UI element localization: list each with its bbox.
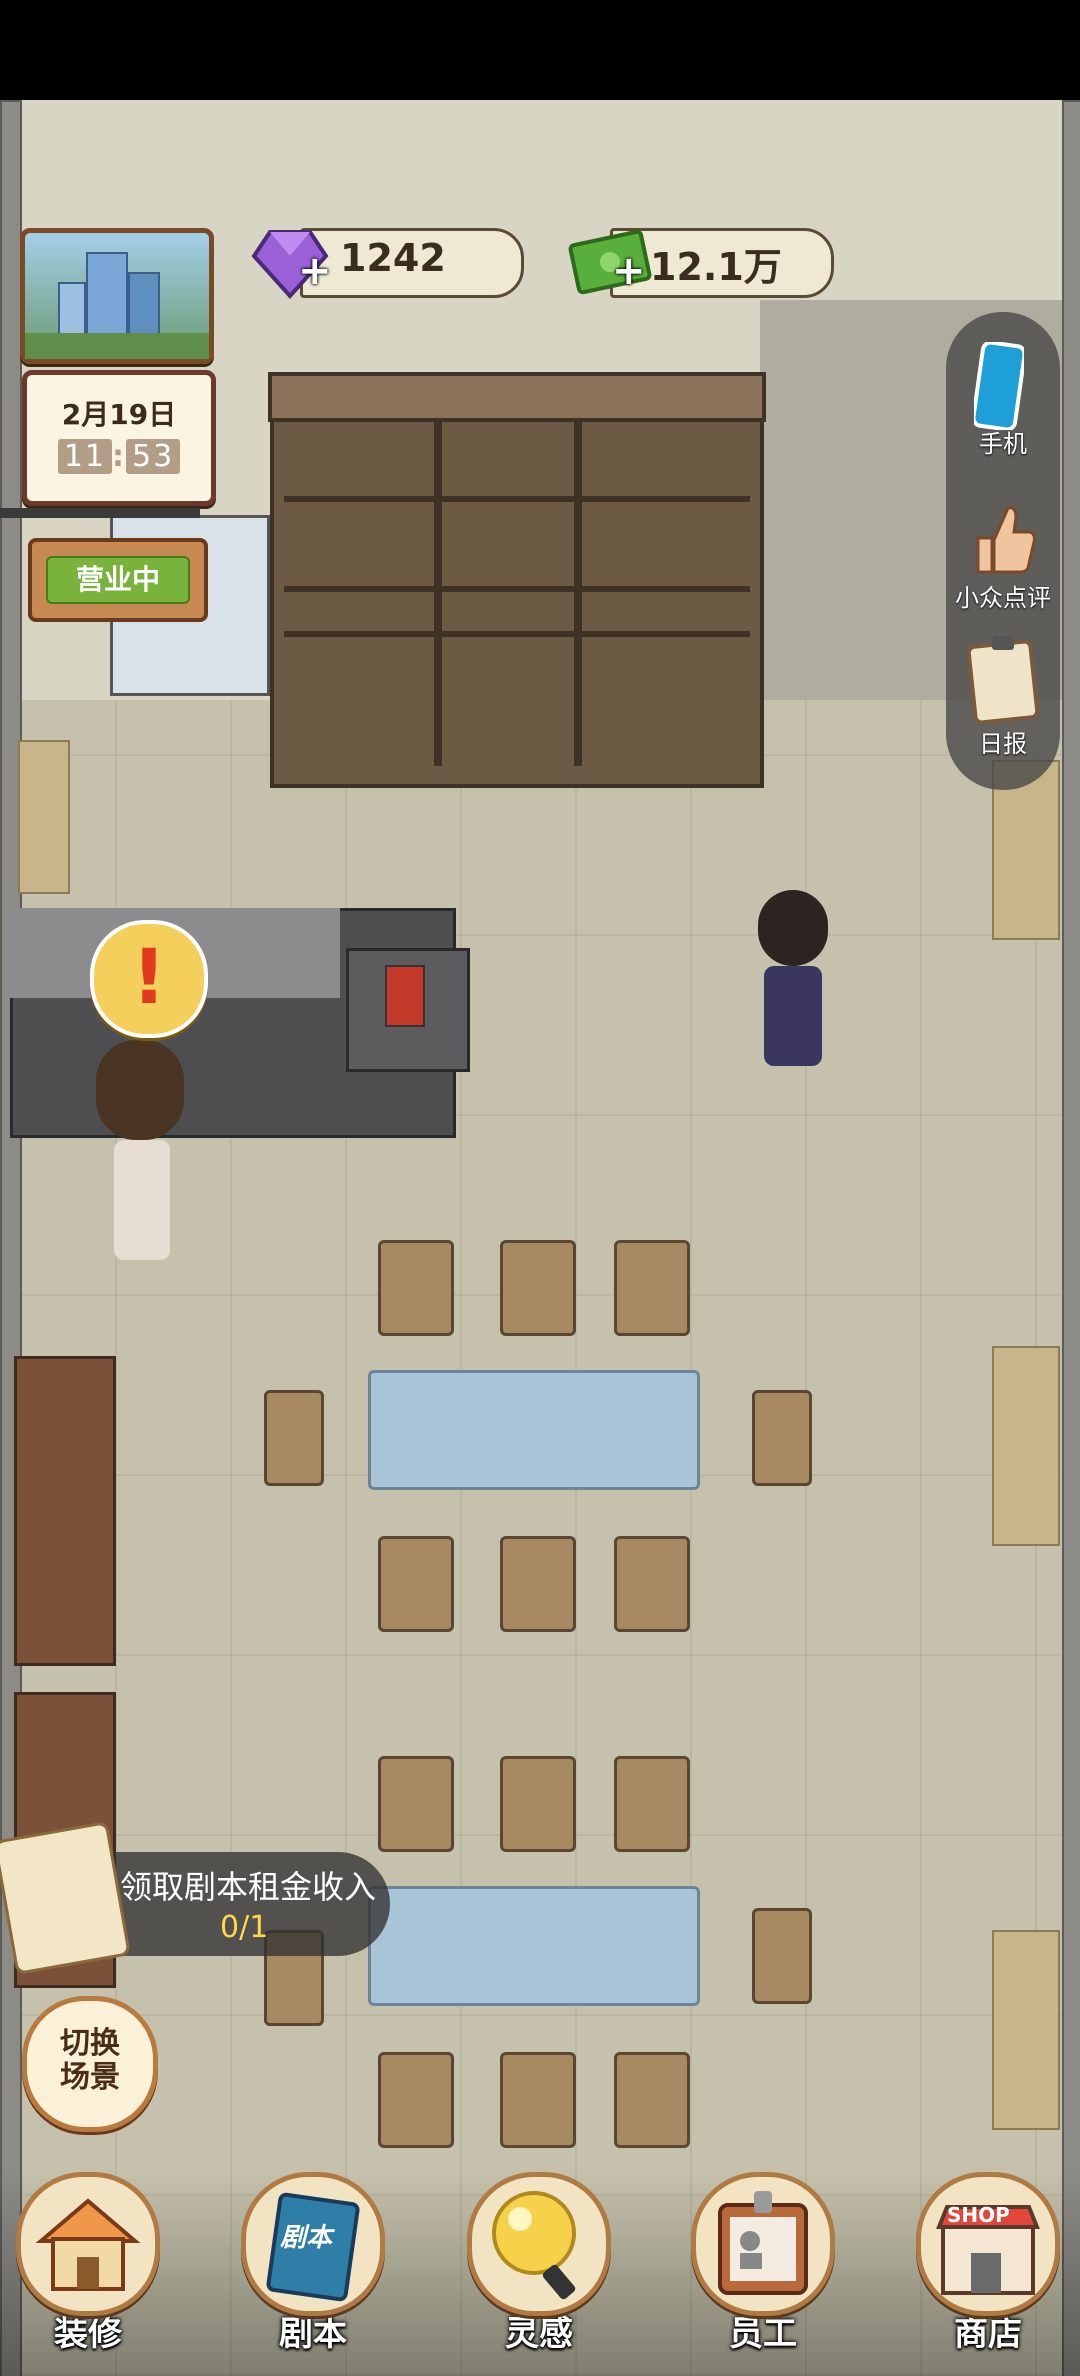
chair[interactable] (500, 2052, 576, 2148)
side-menu-review-label: 小众点评 (955, 584, 1051, 612)
lightbulb-icon (467, 2172, 611, 2316)
chair[interactable] (500, 1756, 576, 1852)
alert-bubble[interactable]: ! (90, 920, 208, 1038)
open-status-label: 营业中 (46, 556, 190, 604)
chair[interactable] (614, 1240, 690, 1336)
nav-inspiration[interactable]: 灵感 (454, 2172, 624, 2355)
floor-mat (992, 1930, 1060, 2130)
bookshelf-top (268, 372, 766, 422)
switch-scene-button[interactable]: 切换 场景 (22, 1996, 158, 2132)
thumbs-up-icon (968, 498, 1038, 578)
chair[interactable] (378, 1536, 454, 1632)
customer-character[interactable] (90, 1040, 190, 1280)
staff-head (758, 890, 828, 966)
script-book-badge: 剧本 (280, 2223, 333, 2253)
nav-staff[interactable]: 员工 (678, 2172, 848, 2355)
chair[interactable] (614, 2052, 690, 2148)
scroll-icon[interactable] (0, 1820, 131, 1976)
shop-icon: SHOP (916, 2172, 1060, 2316)
side-menu-daily-label: 日报 (979, 730, 1027, 758)
gems-plus-icon[interactable]: + (298, 248, 332, 294)
shelf-board (284, 631, 750, 637)
nav-script[interactable]: 剧本 剧本 (228, 2172, 398, 2355)
gems-value: 1242 (340, 236, 446, 280)
chair[interactable] (614, 1536, 690, 1632)
id-badge-icon (691, 2172, 835, 2316)
script-book-icon: 剧本 (241, 2172, 385, 2316)
chair[interactable] (500, 1240, 576, 1336)
chair[interactable] (500, 1536, 576, 1632)
shop-badge: SHOP (947, 2203, 1010, 2227)
shelf-board (284, 496, 750, 502)
scene-thumbnail[interactable] (20, 228, 214, 364)
chair[interactable] (752, 1390, 812, 1486)
switch-scene-label-1: 切换 (60, 2026, 120, 2061)
cash-value: 12.1万 (650, 245, 782, 289)
cash-plus-icon[interactable]: + (612, 248, 646, 294)
open-status-sign[interactable]: 营业中 (28, 538, 208, 622)
chair[interactable] (614, 1756, 690, 1852)
bookshelf[interactable] (270, 372, 764, 788)
chair[interactable] (264, 1390, 324, 1486)
clipboard-icon (966, 632, 1040, 725)
side-menu-phone[interactable]: 手机 (946, 336, 1060, 458)
calendar-time: 11:53 (27, 439, 211, 474)
right-wall-edge (1062, 100, 1080, 2376)
customer-head (96, 1040, 184, 1140)
game-table[interactable] (368, 1886, 700, 2006)
task-title: 领取剧本租金收入 (120, 1868, 377, 1906)
calendar-separator: : (112, 439, 126, 474)
side-cabinet[interactable] (14, 1356, 116, 1666)
floor-mat (992, 1346, 1060, 1546)
staff-character[interactable] (750, 890, 834, 1100)
calendar-hour: 11 (57, 439, 112, 474)
left-wall-edge (0, 100, 22, 2376)
side-menu-review[interactable]: 小众点评 (946, 490, 1060, 612)
chair[interactable] (378, 2052, 454, 2148)
phone-icon (971, 340, 1027, 432)
task-progress: 0/1 (220, 1910, 269, 1945)
shelf-board (284, 586, 750, 592)
chair[interactable] (752, 1908, 812, 2004)
side-menu-daily[interactable]: 日报 (946, 628, 1060, 758)
status-bar (0, 0, 1080, 100)
calendar-minute: 53 (126, 439, 181, 474)
switch-scene-label-2: 场景 (60, 2060, 120, 2095)
nav-shop[interactable]: SHOP 商店 (903, 2172, 1073, 2355)
customer-coat (114, 1140, 170, 1260)
sign-rod (0, 508, 200, 518)
nav-decorate[interactable]: 装修 (3, 2172, 173, 2355)
chair[interactable] (378, 1240, 454, 1336)
calendar-date: 2月19日 (61, 398, 177, 431)
chair[interactable] (378, 1756, 454, 1852)
game-table[interactable] (368, 1370, 700, 1490)
calendar-widget[interactable]: 2月19日 11:53 (22, 370, 216, 506)
house-icon (16, 2172, 160, 2316)
alert-exclamation-icon: ! (131, 932, 167, 1021)
side-menu-phone-label: 手机 (979, 430, 1027, 458)
staff-apron (764, 966, 822, 1066)
cash-register[interactable] (346, 948, 470, 1072)
payment-terminal (385, 965, 425, 1027)
floor-mat (18, 740, 70, 894)
